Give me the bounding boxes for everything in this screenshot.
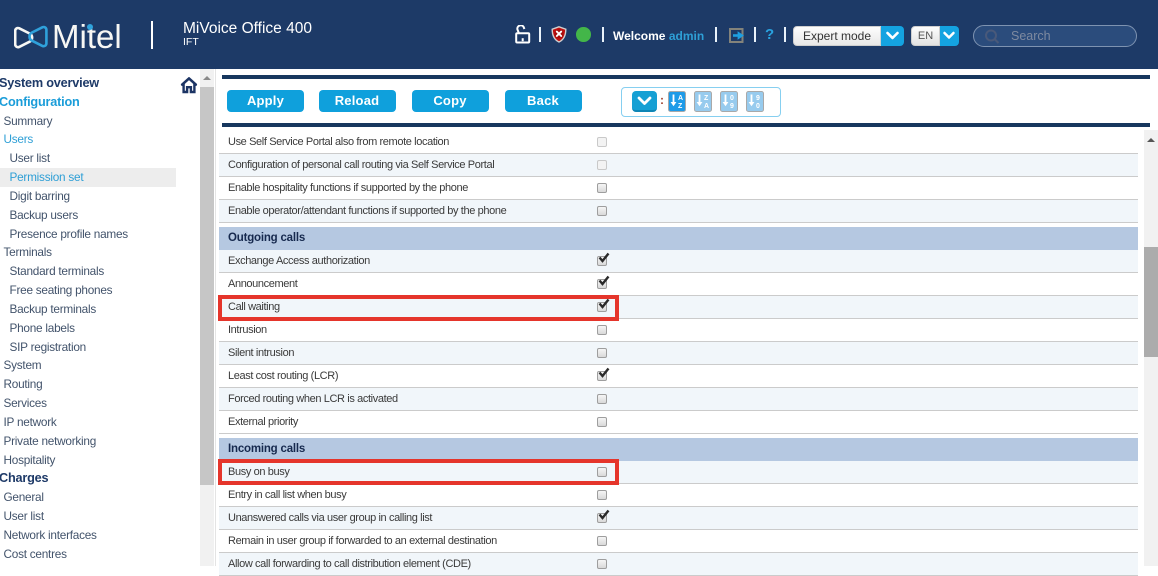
svg-text:A: A (704, 103, 709, 110)
svg-text:9: 9 (756, 95, 760, 102)
svg-text:0: 0 (756, 103, 760, 110)
svg-text:A: A (678, 95, 683, 102)
svg-text:0: 0 (730, 95, 734, 102)
svg-text:Z: Z (678, 103, 683, 110)
svg-text:9: 9 (730, 103, 734, 110)
svg-text:Z: Z (704, 95, 709, 102)
